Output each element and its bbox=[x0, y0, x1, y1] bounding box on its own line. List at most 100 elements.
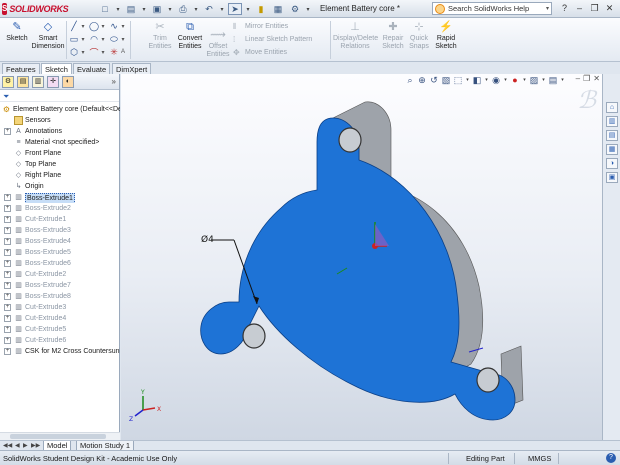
expand-icon[interactable]: + bbox=[4, 227, 11, 234]
convert-entities-button[interactable]: ⧉ Convert Entities bbox=[175, 20, 205, 51]
solidworks-logo[interactable]: S SOLIDWORKS bbox=[2, 2, 69, 16]
tree-item[interactable]: + ▥ Cut-Extrude2 bbox=[0, 269, 120, 280]
view-palette-icon[interactable]: ▦ bbox=[606, 144, 618, 155]
save-dropdown-icon[interactable]: ▾ bbox=[167, 3, 173, 15]
tree-item[interactable]: + ▥ Boss-Extrude4 bbox=[0, 236, 120, 247]
appearance-dropdown-icon[interactable]: ▾ bbox=[522, 75, 527, 85]
rectangle-dropdown-icon[interactable]: ▾ bbox=[80, 34, 86, 44]
print-icon[interactable]: ⎙ bbox=[176, 3, 190, 15]
trim-entities-button[interactable]: ✂ Trim Entities bbox=[146, 20, 174, 51]
tree-item[interactable]: ↳ Origin bbox=[0, 181, 120, 192]
tree-item[interactable]: ◇ Right Plane bbox=[0, 170, 120, 181]
tab-features[interactable]: Features bbox=[2, 63, 40, 74]
quick-snaps-button[interactable]: ⊹ Quick Snaps bbox=[407, 20, 431, 51]
tab-dimxpert[interactable]: DimXpert bbox=[112, 63, 152, 74]
view-orientation-dropdown-icon[interactable]: ▾ bbox=[465, 75, 470, 85]
tree-item[interactable]: + ▥ Cut-Extrude5 bbox=[0, 324, 120, 335]
save-icon[interactable]: ▣ bbox=[150, 3, 164, 15]
new-document-icon[interactable]: □ bbox=[98, 3, 112, 15]
file-explorer-icon[interactable]: ▤ bbox=[606, 130, 618, 141]
tab-evaluate[interactable]: Evaluate bbox=[73, 63, 111, 74]
search-help-field[interactable]: Search SolidWorks Help ▾ bbox=[432, 2, 552, 15]
smart-dimension-button[interactable]: ◇ Smart Dimension bbox=[31, 20, 65, 51]
first-tab-icon[interactable]: ◀◀ bbox=[3, 442, 12, 449]
linear-sketch-pattern-button[interactable]: ⁞ Linear Sketch Pattern bbox=[233, 35, 312, 44]
sketch-button[interactable]: ✎ Sketch bbox=[3, 20, 31, 43]
view-settings-icon[interactable]: ▤ bbox=[548, 75, 558, 85]
fillet-dropdown-icon[interactable]: ▾ bbox=[100, 47, 106, 57]
apply-scene-icon[interactable]: ▨ bbox=[529, 75, 539, 85]
tree-item[interactable]: + A Annotations bbox=[0, 126, 120, 137]
ellipse-icon[interactable]: ⬭ bbox=[108, 34, 120, 44]
polygon-icon[interactable]: ⬡ bbox=[68, 47, 80, 57]
expand-icon[interactable]: + bbox=[4, 205, 11, 212]
viewport-minimize-icon[interactable]: – bbox=[576, 74, 580, 83]
arc-icon[interactable]: ◠ bbox=[88, 34, 100, 44]
edit-appearance-icon[interactable]: ● bbox=[510, 75, 520, 85]
viewport-restore-icon[interactable]: ❐ bbox=[583, 74, 590, 83]
previous-tab-icon[interactable]: ◀ bbox=[15, 442, 20, 449]
new-dropdown-icon[interactable]: ▾ bbox=[115, 3, 121, 15]
tree-item[interactable]: + ▥ Boss-Extrude3 bbox=[0, 225, 120, 236]
property-manager-tab-icon[interactable]: ▤ bbox=[17, 76, 29, 88]
expand-icon[interactable]: + bbox=[4, 293, 11, 300]
expand-icon[interactable]: + bbox=[4, 128, 11, 135]
scrollbar-thumb[interactable] bbox=[10, 434, 106, 439]
zoom-to-area-icon[interactable]: ⊕ bbox=[417, 75, 427, 85]
help-icon[interactable]: ? bbox=[558, 2, 571, 15]
status-help-icon[interactable]: ? bbox=[606, 453, 616, 463]
appearances-icon[interactable]: ◑ bbox=[606, 158, 618, 169]
select-dropdown-icon[interactable]: ▾ bbox=[245, 3, 251, 15]
dimxpert-manager-tab-icon[interactable]: ✛ bbox=[47, 76, 59, 88]
rectangle-icon[interactable]: ▭ bbox=[68, 34, 80, 44]
rapid-sketch-button[interactable]: ⚡ Rapid Sketch bbox=[433, 20, 459, 51]
tree-item[interactable]: + ▥ Boss-Extrude6 bbox=[0, 258, 120, 269]
display-delete-relations-button[interactable]: ⊥ Display/Delete Relations bbox=[333, 20, 378, 51]
expand-icon[interactable]: + bbox=[4, 216, 11, 223]
polygon-dropdown-icon[interactable]: ▾ bbox=[80, 47, 86, 57]
display-style-icon[interactable]: ◧ bbox=[472, 75, 482, 85]
undo-icon[interactable]: ↶ bbox=[202, 3, 216, 15]
tree-filter[interactable]: ⏷ bbox=[0, 90, 119, 102]
tree-item[interactable]: + ▥ Boss-Extrude2 bbox=[0, 203, 120, 214]
next-tab-icon[interactable]: ▶ bbox=[23, 442, 28, 449]
expand-panel-icon[interactable]: » bbox=[112, 77, 116, 86]
tree-item[interactable]: + ▥ CSK for M2 Cross Countersunk H bbox=[0, 346, 120, 357]
design-library-icon[interactable]: ▥ bbox=[606, 116, 618, 127]
tree-item[interactable]: ≡ Material <not specified> bbox=[0, 137, 120, 148]
open-dropdown-icon[interactable]: ▾ bbox=[141, 3, 147, 15]
tree-item[interactable]: + ▥ Boss-Extrude7 bbox=[0, 280, 120, 291]
spline-dropdown-icon[interactable]: ▾ bbox=[120, 21, 126, 31]
file-properties-icon[interactable]: ▦ bbox=[271, 3, 285, 15]
tree-item[interactable]: + ▥ Boss-Extrude1 bbox=[0, 192, 120, 203]
expand-icon[interactable]: + bbox=[4, 194, 11, 201]
view-settings-dropdown-icon[interactable]: ▾ bbox=[560, 75, 565, 85]
expand-icon[interactable]: + bbox=[4, 348, 11, 355]
configuration-manager-tab-icon[interactable]: ▥ bbox=[32, 76, 44, 88]
previous-view-icon[interactable]: ↺ bbox=[429, 75, 439, 85]
tree-item[interactable]: + ▥ Boss-Extrude5 bbox=[0, 247, 120, 258]
text-dropdown-icon[interactable]: A bbox=[120, 47, 126, 57]
ellipse-dropdown-icon[interactable]: ▾ bbox=[120, 34, 126, 44]
expand-icon[interactable]: + bbox=[4, 315, 11, 322]
expand-icon[interactable]: + bbox=[4, 238, 11, 245]
display-manager-tab-icon[interactable]: ◐ bbox=[62, 76, 74, 88]
line-dropdown-icon[interactable]: ▾ bbox=[80, 21, 86, 31]
status-units[interactable]: MMGS bbox=[528, 454, 551, 463]
rebuild-icon[interactable]: ▮ bbox=[254, 3, 268, 15]
print-dropdown-icon[interactable]: ▾ bbox=[193, 3, 199, 15]
tab-sketch[interactable]: Sketch bbox=[41, 63, 72, 74]
expand-icon[interactable]: + bbox=[4, 304, 11, 311]
horizontal-scrollbar[interactable] bbox=[0, 432, 120, 440]
line-icon[interactable]: ╱ bbox=[68, 21, 80, 31]
view-orientation-icon[interactable]: ⬚ bbox=[453, 75, 463, 85]
viewport-close-icon[interactable]: ✕ bbox=[593, 74, 600, 83]
tree-item[interactable]: ◇ Top Plane bbox=[0, 159, 120, 170]
last-tab-icon[interactable]: ▶▶ bbox=[31, 442, 40, 449]
expand-icon[interactable]: + bbox=[4, 249, 11, 256]
expand-icon[interactable]: + bbox=[4, 282, 11, 289]
tree-item[interactable]: + ▥ Cut-Extrude3 bbox=[0, 302, 120, 313]
hide-show-dropdown-icon[interactable]: ▾ bbox=[503, 75, 508, 85]
mirror-entities-button[interactable]: ⫴ Mirror Entities bbox=[233, 22, 288, 31]
graphics-area[interactable]: Ø4 X Y Z ⌕ ⊕ ↺ ▧ ⬚ ▾ ◧ ▾ ◉ ▾ ● ▾ ▨ ▾ ▤ ▾… bbox=[121, 74, 602, 440]
